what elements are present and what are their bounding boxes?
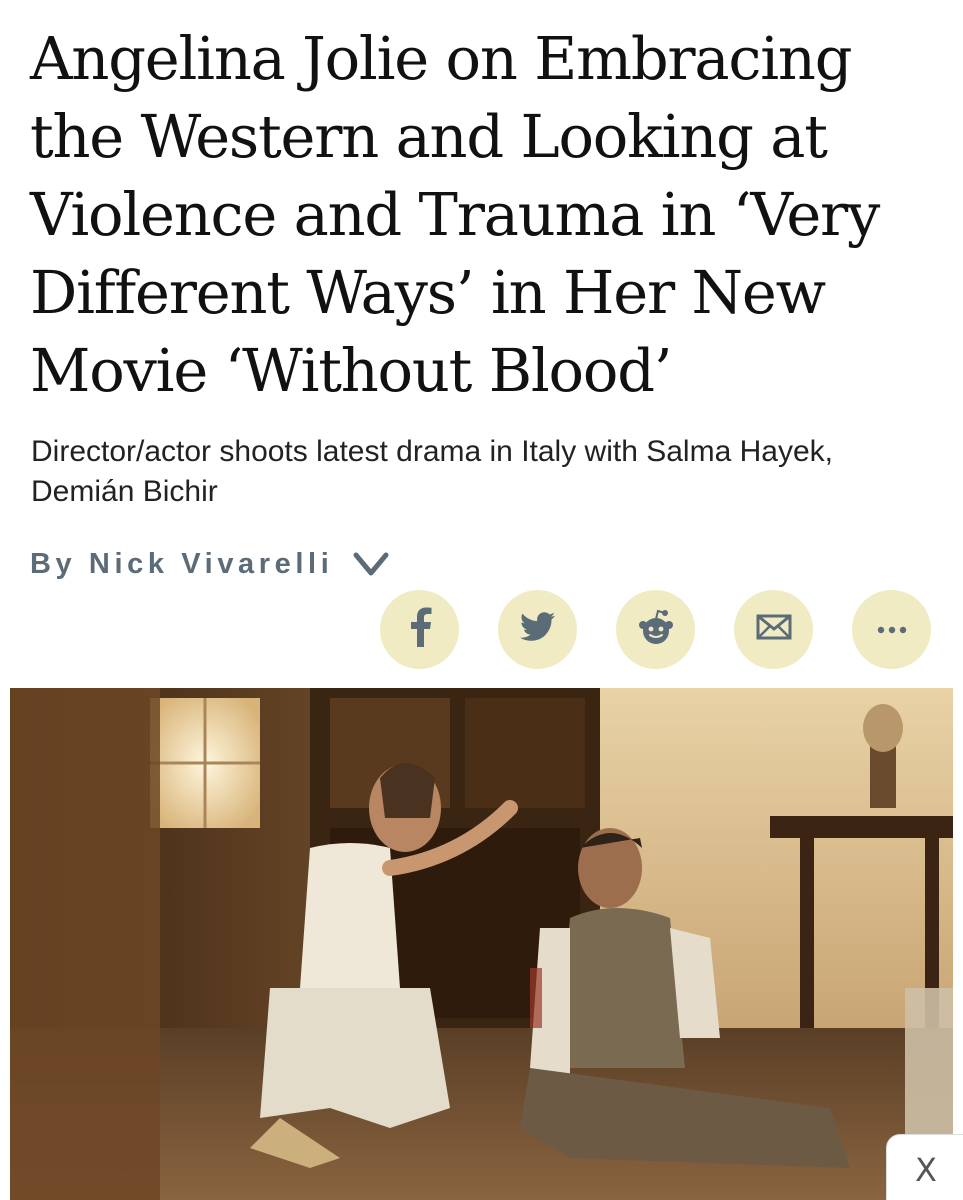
share-twitter-button[interactable]	[498, 590, 577, 669]
film-set-photo	[10, 688, 953, 1200]
facebook-icon	[407, 607, 433, 652]
share-email-button[interactable]	[734, 590, 813, 669]
chevron-down-icon[interactable]	[351, 544, 391, 584]
share-bar	[380, 590, 940, 670]
byline[interactable]: By Nick Vivarelli	[30, 542, 391, 586]
reddit-icon	[636, 609, 676, 650]
article-dek: Director/actor shoots latest drama in It…	[31, 435, 833, 508]
share-reddit-button[interactable]	[616, 590, 695, 669]
email-icon	[756, 614, 792, 645]
close-ad-button[interactable]: X	[886, 1134, 963, 1200]
more-icon	[877, 621, 907, 639]
share-facebook-button[interactable]	[380, 590, 459, 669]
share-more-button[interactable]	[852, 590, 931, 669]
article-page: Angelina Jolie on Embracing the Western …	[0, 0, 963, 1200]
article-headline: Angelina Jolie on Embracing the Western …	[30, 24, 880, 405]
byline-author[interactable]: By Nick Vivarelli	[30, 548, 333, 581]
twitter-icon	[519, 612, 556, 647]
